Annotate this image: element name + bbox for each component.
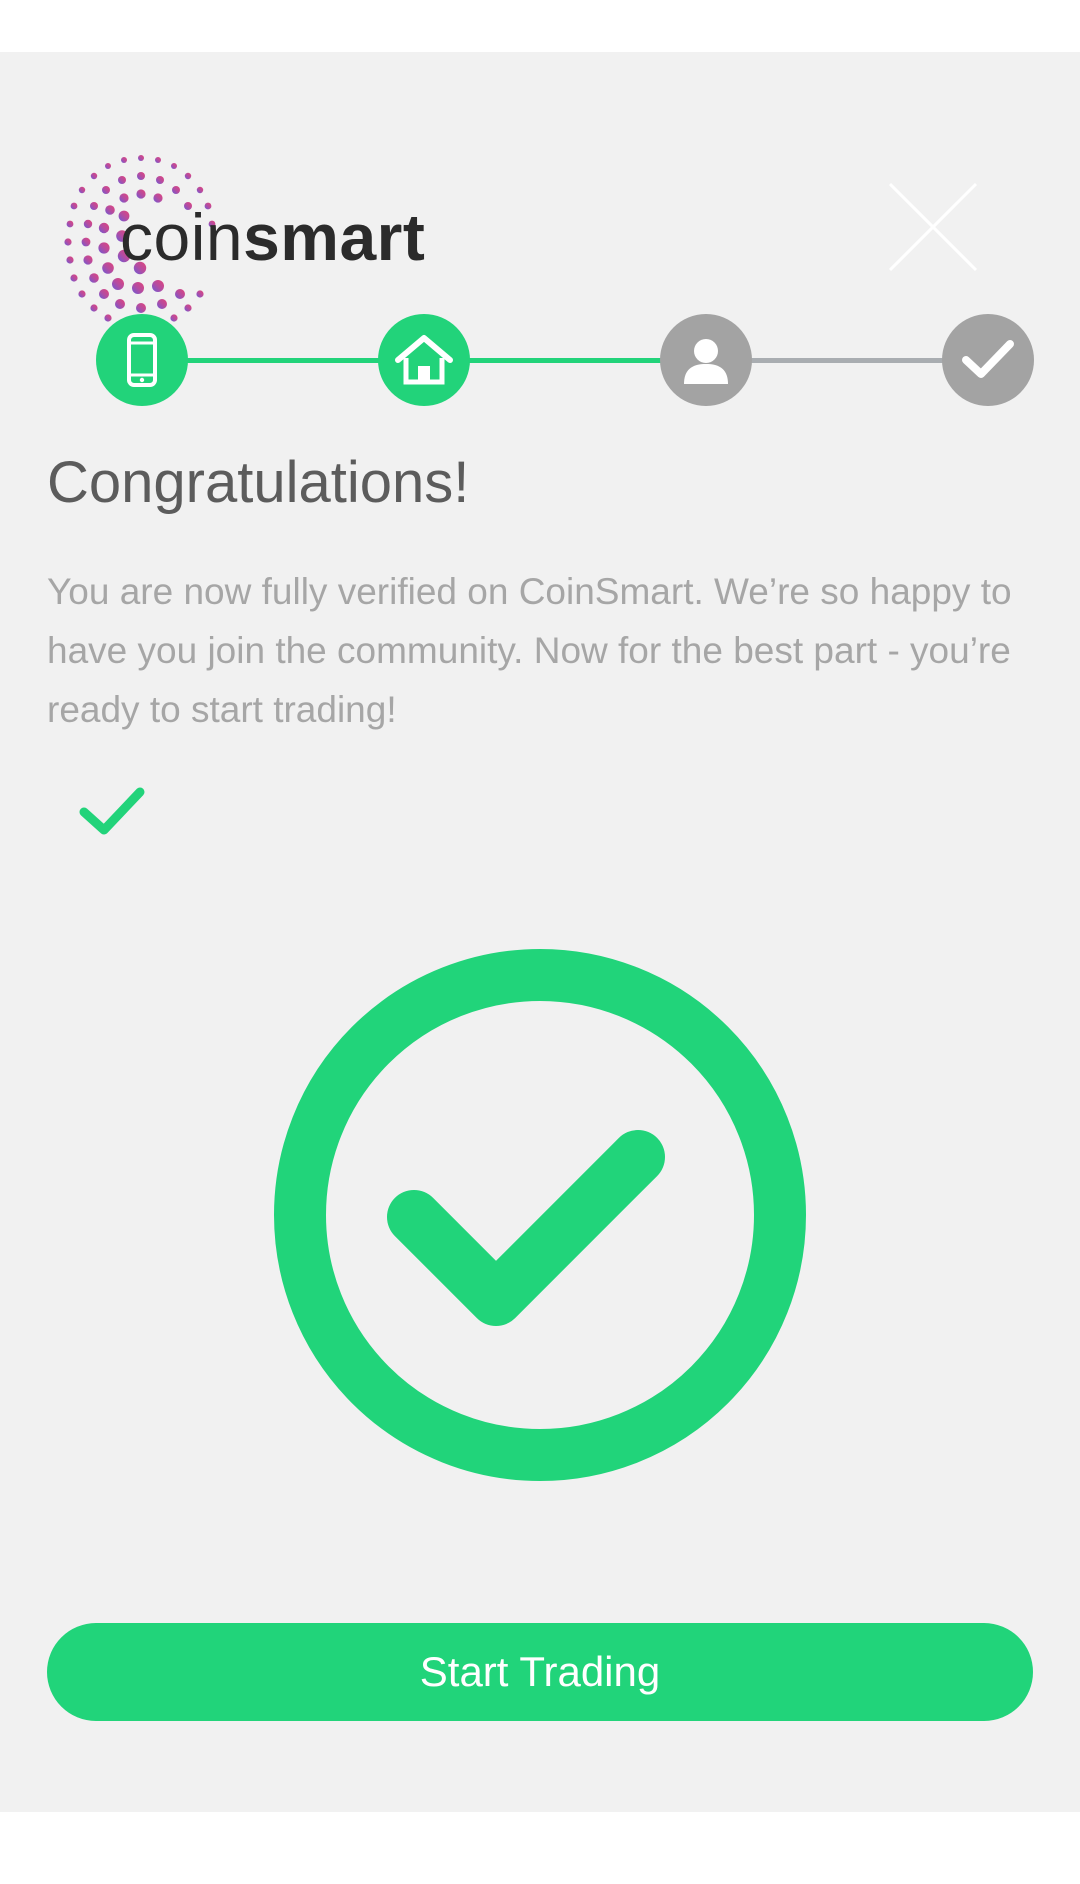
verification-screen: coinsmart Congratulations! You are now f… (0, 52, 1080, 1812)
page-title: Congratulations! (47, 450, 470, 515)
check-icon (962, 340, 1014, 378)
step-home (378, 314, 470, 406)
logo-text-bold: smart (243, 200, 426, 274)
user-icon (684, 339, 728, 384)
step-user (660, 314, 752, 406)
start-trading-button[interactable]: Start Trading (47, 1623, 1033, 1721)
close-icon (888, 182, 978, 272)
small-check-icon (79, 787, 145, 835)
logo-wordmark: coinsmart (120, 204, 425, 270)
phone-icon (127, 333, 157, 387)
progress-stepper (96, 314, 1034, 406)
logo-text-light: coin (120, 200, 244, 274)
home-icon (395, 335, 453, 385)
check-circle-icon (274, 949, 806, 1481)
step-phone (96, 314, 188, 406)
close-button[interactable] (886, 180, 980, 274)
verification-message: You are now fully verified on CoinSmart.… (47, 571, 1012, 730)
step-complete (942, 314, 1034, 406)
